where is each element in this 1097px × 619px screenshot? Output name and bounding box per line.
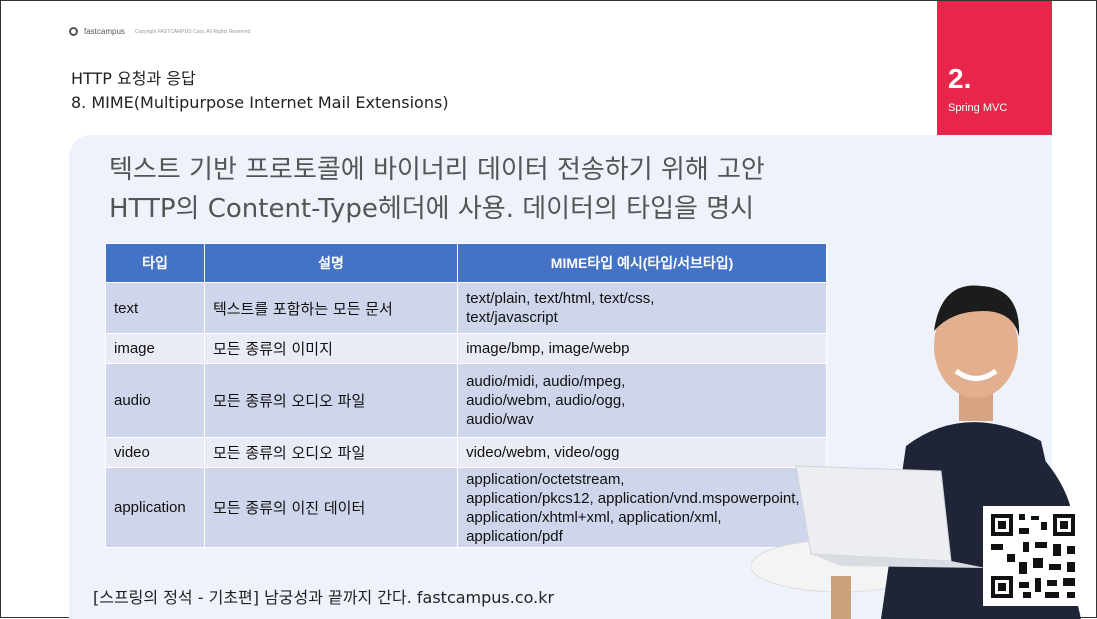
cell-description: 모든 종류의 오디오 파일 bbox=[203, 437, 459, 468]
table-row: text 텍스트를 포함하는 모든 문서 text/plain, text/ht… bbox=[105, 282, 827, 334]
cell-description: 모든 종류의 이미지 bbox=[203, 333, 459, 364]
table-row: image 모든 종류의 이미지 image/bmp, image/webp bbox=[105, 333, 827, 364]
fastcampus-logo-icon bbox=[69, 27, 78, 36]
table-row: audio 모든 종류의 오디오 파일 audio/midi, audio/mp… bbox=[105, 363, 827, 438]
cell-description: 텍스트를 포함하는 모든 문서 bbox=[203, 282, 459, 334]
table-header-row: 타입 설명 MIME타입 예시(타입/서브타입) bbox=[105, 243, 827, 283]
cell-description: 모든 종류의 이진 데이터 bbox=[203, 467, 459, 548]
section-number: 2. bbox=[948, 63, 972, 94]
qr-code-icon bbox=[983, 506, 1083, 606]
header-description: 설명 bbox=[203, 243, 459, 283]
cell-type: application bbox=[105, 467, 205, 548]
slide-title: HTTP 요청과 응답 bbox=[71, 69, 196, 88]
table-row: video 모든 종류의 오디오 파일 video/webm, video/og… bbox=[105, 437, 827, 468]
logo-row: fastcampus Copyright FASTCAMPUS Corp. Al… bbox=[69, 27, 250, 36]
cell-type: text bbox=[105, 282, 205, 334]
header-type: 타입 bbox=[105, 243, 205, 283]
cell-type: audio bbox=[105, 363, 205, 438]
mime-table: 타입 설명 MIME타입 예시(타입/서브타입) text 텍스트를 포함하는 … bbox=[105, 243, 827, 548]
lead-line-2: HTTP의 Content-Type헤더에 사용. 데이터의 타입을 명시 bbox=[109, 194, 755, 224]
cell-type: image bbox=[105, 333, 205, 364]
cell-type: video bbox=[105, 437, 205, 468]
section-label: Spring MVC bbox=[948, 102, 1008, 114]
copyright-text: Copyright FASTCAMPUS Corp. All Rights Re… bbox=[134, 28, 251, 35]
table-row: application 모든 종류의 이진 데이터 application/oc… bbox=[105, 467, 827, 548]
lead-line-1: 텍스트 기반 프로토콜에 바이너리 데이터 전송하기 위해 고안 bbox=[109, 155, 765, 185]
footer-text: [스프링의 정석 - 기초편] 남궁성과 끝까지 간다. fastcampus.… bbox=[93, 588, 555, 607]
logo-text: fastcampus bbox=[84, 27, 125, 36]
slide-subtitle: 8. MIME(Multipurpose Internet Mail Exten… bbox=[71, 93, 449, 112]
cell-description: 모든 종류의 오디오 파일 bbox=[203, 363, 459, 438]
